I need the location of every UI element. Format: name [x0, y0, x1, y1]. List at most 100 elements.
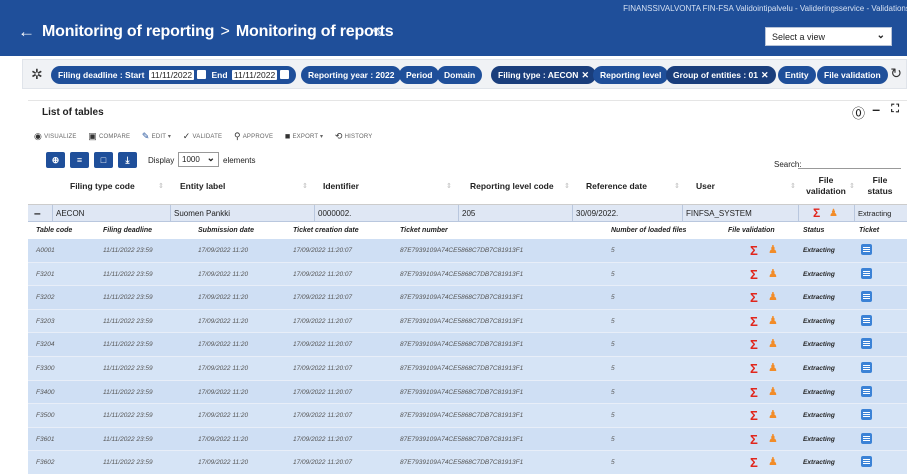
group-row[interactable]: – AECON Suomen Pankki 0000002. 205 30/09… [28, 205, 907, 222]
person-icon[interactable]: ♟ [768, 314, 778, 327]
compare-button[interactable]: ▣ Compare [88, 131, 130, 142]
table-row[interactable]: F3400 11/11/2022 23:59 17/09/2022 11:20 17/… [28, 380, 907, 405]
table-row[interactable]: F3204 11/11/2022 23:59 17/09/2022 11:20 17/… [28, 333, 907, 357]
approve-button[interactable]: ⚲ Approve [234, 131, 273, 142]
filter-chip-reporting-year[interactable]: Reporting year : 2022 [301, 66, 402, 84]
sort-icon[interactable]: ⇕ [564, 182, 570, 190]
validate-button[interactable]: ✓ Validate [183, 131, 222, 142]
ticket-icon[interactable] [861, 338, 872, 350]
person-icon[interactable]: ♟ [768, 290, 778, 303]
ticket-icon[interactable] [861, 314, 872, 326]
sigma-icon[interactable]: Σ [750, 361, 758, 376]
close-icon[interactable]: ✕ [581, 70, 589, 80]
ticket-icon[interactable] [861, 361, 872, 373]
person-icon[interactable]: ♟ [829, 205, 838, 222]
filter-chip-filing-deadline[interactable]: Filing deadline : Start 11/11/2022 End 1… [51, 66, 297, 84]
gear-icon[interactable]: ✲ [31, 66, 43, 83]
minimize-icon[interactable]: – [872, 101, 880, 117]
filter-chip-file-validation[interactable]: File validation [817, 66, 888, 84]
fullscreen-icon[interactable]: ⛶ [891, 103, 899, 116]
table-row[interactable]: F3202 11/11/2022 23:59 17/09/2022 11:20 17/… [28, 286, 907, 310]
filter-chip-entity[interactable]: Entity [778, 66, 816, 84]
table-row[interactable]: F3203 11/11/2022 23:59 17/09/2022 11:20 17/… [28, 309, 907, 334]
sigma-icon[interactable]: Σ [750, 455, 758, 470]
sigma-icon[interactable]: Σ [750, 408, 758, 423]
table-row[interactable]: F3601 11/11/2022 23:59 17/09/2022 11:20 17/… [28, 427, 907, 452]
back-arrow-icon[interactable]: ← [18, 22, 35, 42]
sigma-icon[interactable]: Σ [750, 314, 758, 329]
person-icon[interactable]: ♟ [768, 337, 778, 350]
history-button[interactable]: ⟲ History [335, 131, 373, 142]
sort-icon[interactable]: ⇕ [158, 182, 164, 190]
close-icon[interactable]: ✕ [761, 70, 769, 80]
ticket-icon[interactable] [861, 244, 872, 255]
person-icon[interactable]: ♟ [768, 432, 778, 445]
sort-icon[interactable]: ⇕ [674, 182, 680, 190]
person-icon[interactable]: ♟ [768, 455, 778, 468]
ticket-icon[interactable] [861, 385, 872, 397]
sort-icon[interactable]: ⇕ [446, 182, 452, 190]
ticket-icon[interactable] [861, 432, 872, 444]
visualize-button[interactable]: ◉ Visualize [34, 131, 77, 142]
person-icon[interactable]: ♟ [768, 408, 778, 421]
ticket-icon[interactable] [861, 456, 872, 468]
calendar-icon[interactable] [197, 70, 207, 79]
filter-chip-group-of-entities[interactable]: Group of entities : 01 ✕ [666, 66, 776, 84]
col-user[interactable]: User [696, 181, 715, 191]
col-file-validation[interactable]: File validation [806, 175, 846, 197]
download-button[interactable]: ⤓ [118, 152, 137, 168]
person-icon[interactable]: ♟ [768, 361, 778, 374]
filter-chip-filing-type[interactable]: Filing type : AECON ✕ [491, 66, 596, 84]
edit-button[interactable]: ✎ Edit ▾ [142, 131, 171, 142]
table-row[interactable]: A0001 11/11/2022 23:59 17/09/2022 11:20 17/… [28, 239, 907, 263]
export-button[interactable]: ■ Export ▾ [285, 131, 323, 141]
col-reporting-level-code[interactable]: Reporting level code [470, 181, 554, 191]
breadcrumb-monitoring-of-reporting[interactable]: Monitoring of reporting [42, 23, 214, 40]
col-identifier[interactable]: Identifier [323, 181, 359, 191]
sigma-icon[interactable]: Σ [750, 385, 758, 400]
start-date-input[interactable]: 11/11/2022 [148, 70, 195, 80]
ticket-icon[interactable] [861, 409, 872, 421]
person-icon[interactable]: ♟ [768, 385, 778, 398]
search-input[interactable] [798, 155, 901, 169]
calendar-icon[interactable] [280, 70, 290, 79]
ticket-icon[interactable] [861, 291, 872, 303]
sort-icon[interactable]: ⇕ [790, 182, 796, 190]
person-icon[interactable]: ♟ [768, 267, 778, 280]
filter-chip-reporting-level[interactable]: Reporting level [593, 66, 669, 84]
sort-icon[interactable]: ⇕ [302, 182, 308, 190]
filter-button[interactable]: ≡ [70, 152, 89, 168]
filter-chip-period[interactable]: Period [399, 66, 440, 84]
collapse-icon[interactable]: – [34, 205, 41, 221]
select-button[interactable]: □ [94, 152, 113, 168]
table-row[interactable]: F3201 11/11/2022 23:59 17/09/2022 11:20 17/… [28, 262, 907, 287]
table-row[interactable]: F3300 11/11/2022 23:59 17/09/2022 11:20 17/… [28, 356, 907, 381]
sigma-icon[interactable]: Σ [813, 205, 820, 222]
view-select[interactable]: Select a view ⌄ [765, 27, 892, 46]
table-row[interactable]: F3602 11/11/2022 23:59 17/09/2022 11:20 17/… [28, 451, 907, 474]
help-icon[interactable]: ⓪ [852, 103, 865, 122]
col-entity-label[interactable]: Entity label [180, 181, 225, 191]
sigma-icon[interactable]: Σ [750, 290, 758, 305]
sigma-icon[interactable]: Σ [750, 432, 758, 447]
ticket-icon[interactable] [861, 267, 872, 279]
person-icon[interactable]: ♟ [768, 243, 778, 256]
sigma-icon[interactable]: Σ [750, 267, 758, 282]
sigma-icon[interactable]: Σ [750, 243, 758, 258]
add-button[interactable]: ⊕ [46, 152, 65, 168]
refresh-icon[interactable]: ↻ [890, 65, 902, 82]
table-row[interactable]: F3500 11/11/2022 23:59 17/09/2022 11:20 17/… [28, 404, 907, 428]
pencil-icon[interactable]: ✎ [372, 25, 383, 41]
cell-filing-deadline: 11/11/2022 23:59 [103, 341, 153, 349]
sort-icon[interactable]: ⇕ [849, 182, 855, 190]
filter-chip-domain[interactable]: Domain [437, 66, 483, 84]
cell-ticket-number: 87E7939109A74CE5868C7DB7C81913F1 [400, 247, 524, 254]
display-count-select[interactable]: 1000 ⌄ [178, 152, 219, 167]
group-filing-type-code: AECON [52, 205, 170, 222]
col-file-status[interactable]: File status [860, 175, 900, 197]
cell-table-code: A0001 [36, 247, 55, 254]
end-date-input[interactable]: 11/11/2022 [231, 70, 278, 80]
sigma-icon[interactable]: Σ [750, 337, 758, 352]
col-filing-type-code[interactable]: Filing type code [70, 181, 135, 191]
col-reference-date[interactable]: Reference date [586, 181, 647, 191]
